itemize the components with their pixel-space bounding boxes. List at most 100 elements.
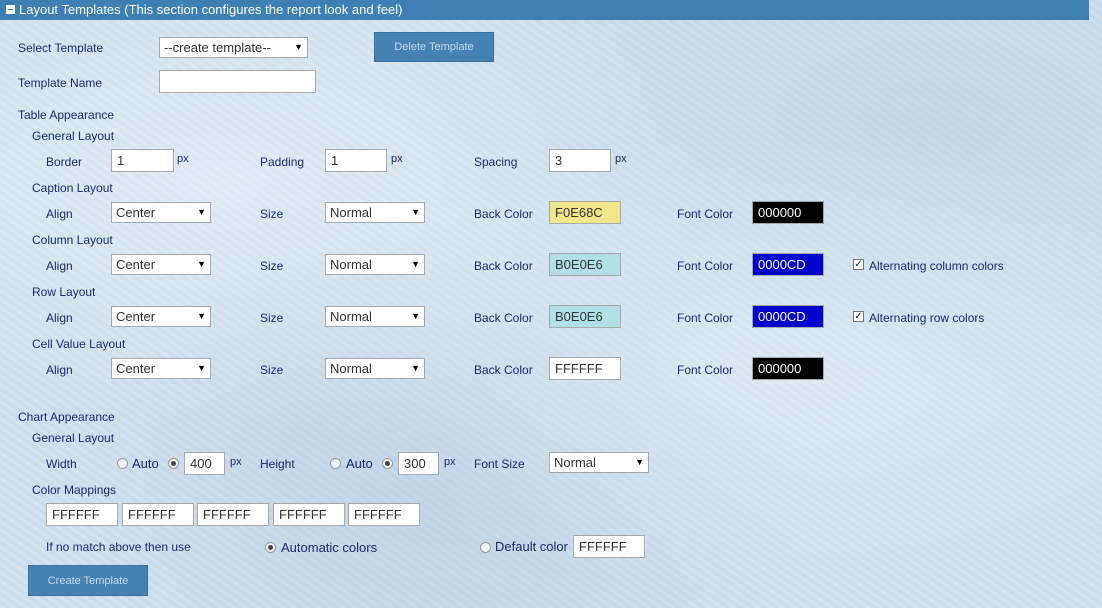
height-auto-radio[interactable]	[330, 458, 341, 469]
padding-unit: px	[391, 153, 403, 165]
color-mapping-input-1[interactable]: FFFFFF	[46, 503, 118, 526]
select-template-value: --create template--	[164, 40, 271, 55]
row-size-value: Normal	[330, 309, 372, 324]
delete-template-button[interactable]: Delete Template	[374, 32, 494, 62]
color-mappings-heading: Color Mappings	[32, 483, 117, 497]
row-size-label: Size	[260, 311, 284, 325]
caption-size-select[interactable]: Normal ▼	[325, 202, 425, 223]
width-auto-radio[interactable]	[117, 458, 128, 469]
automatic-colors-label: Automatic colors	[281, 540, 378, 555]
column-font-color-input[interactable]: 0000CD	[752, 253, 824, 276]
spacing-input[interactable]: 3	[549, 149, 611, 172]
column-size-value: Normal	[330, 257, 372, 272]
row-align-label: Align	[46, 311, 73, 325]
automatic-colors-radio[interactable]	[265, 542, 276, 553]
height-fixed-radio[interactable]	[382, 458, 393, 469]
chart-height-label: Height	[260, 457, 295, 471]
row-layout-heading: Row Layout	[32, 285, 96, 299]
column-size-label: Size	[260, 259, 284, 273]
section-header[interactable]: Layout Templates (This section configure…	[0, 0, 1089, 20]
color-mapping-input-3[interactable]: FFFFFF	[197, 503, 269, 526]
row-align-value: Center	[116, 309, 156, 324]
caption-align-select[interactable]: Center ▼	[111, 202, 211, 223]
row-align-select[interactable]: Center ▼	[111, 306, 211, 327]
width-fixed-radio[interactable]	[168, 458, 179, 469]
row-back-color-label: Back Color	[474, 311, 533, 325]
border-label: Border	[46, 155, 83, 169]
color-mapping-input-4[interactable]: FFFFFF	[273, 503, 345, 526]
height-auto-label: Auto	[346, 456, 373, 471]
chart-width-label: Width	[46, 457, 77, 471]
column-align-select[interactable]: Center ▼	[111, 254, 211, 275]
chart-width-input[interactable]: 400	[184, 452, 225, 475]
cell-size-value: Normal	[330, 361, 372, 376]
table-general-layout-heading: General Layout	[32, 129, 115, 143]
chart-height-input[interactable]: 300	[398, 452, 439, 475]
chart-general-layout-heading: General Layout	[32, 431, 115, 445]
cell-align-select[interactable]: Center ▼	[111, 358, 211, 379]
color-mapping-input-2[interactable]: FFFFFF	[122, 503, 194, 526]
caption-back-color-input[interactable]: F0E68C	[549, 201, 621, 224]
table-appearance-heading: Table Appearance	[18, 108, 115, 122]
create-template-button[interactable]: Create Template	[28, 565, 148, 596]
select-template-label: Select Template	[18, 41, 104, 55]
spacing-unit: px	[615, 153, 627, 165]
chevron-down-icon: ▼	[635, 457, 644, 467]
default-color-input[interactable]: FFFFFF	[573, 535, 645, 558]
chart-appearance-heading: Chart Appearance	[18, 410, 115, 424]
chart-height-unit: px	[444, 456, 456, 468]
cell-font-color-label: Font Color	[677, 363, 734, 377]
chevron-down-icon: ▼	[294, 42, 303, 52]
cell-align-value: Center	[116, 361, 156, 376]
font-size-label: Font Size	[474, 457, 525, 471]
cell-align-label: Align	[46, 363, 73, 377]
caption-align-value: Center	[116, 205, 156, 220]
chart-width-unit: px	[230, 456, 242, 468]
caption-layout-heading: Caption Layout	[32, 181, 113, 195]
chevron-down-icon: ▼	[411, 311, 420, 321]
cell-back-color-input[interactable]: FFFFFF	[549, 357, 621, 380]
font-size-select[interactable]: Normal ▼	[549, 452, 649, 473]
row-font-color-input[interactable]: 0000CD	[752, 305, 824, 328]
cell-value-layout-heading: Cell Value Layout	[32, 337, 126, 351]
cell-size-label: Size	[260, 363, 284, 377]
template-name-label: Template Name	[18, 76, 103, 90]
column-back-color-input[interactable]: B0E0E6	[549, 253, 621, 276]
chevron-down-icon: ▼	[411, 259, 420, 269]
caption-size-label: Size	[260, 207, 284, 221]
padding-input[interactable]: 1	[325, 149, 387, 172]
spacing-label: Spacing	[474, 155, 518, 169]
caption-font-color-input[interactable]: 000000	[752, 201, 824, 224]
default-color-radio[interactable]	[480, 542, 491, 553]
row-size-select[interactable]: Normal ▼	[325, 306, 425, 327]
column-layout-heading: Column Layout	[32, 233, 113, 247]
caption-back-color-label: Back Color	[474, 207, 533, 221]
select-template-dropdown[interactable]: --create template-- ▼	[159, 37, 308, 58]
font-size-value: Normal	[554, 455, 596, 470]
alternating-row-colors-label: Alternating row colors	[869, 311, 985, 325]
cell-size-select[interactable]: Normal ▼	[325, 358, 425, 379]
color-mapping-input-5[interactable]: FFFFFF	[348, 503, 420, 526]
checkmark-icon: ✓	[854, 259, 863, 270]
chevron-down-icon: ▼	[411, 363, 420, 373]
chevron-down-icon: ▼	[197, 311, 206, 321]
border-input[interactable]: 1	[111, 149, 174, 172]
column-size-select[interactable]: Normal ▼	[325, 254, 425, 275]
chevron-down-icon: ▼	[411, 207, 420, 217]
row-font-color-label: Font Color	[677, 311, 734, 325]
default-color-label: Default color	[495, 539, 568, 554]
chevron-down-icon: ▼	[197, 207, 206, 217]
cell-font-color-input[interactable]: 000000	[752, 357, 824, 380]
caption-align-label: Align	[46, 207, 73, 221]
template-name-input[interactable]	[159, 70, 316, 93]
row-back-color-input[interactable]: B0E0E6	[549, 305, 621, 328]
alternating-column-colors-label: Alternating column colors	[869, 259, 1004, 273]
alternating-row-colors-checkbox[interactable]: ✓	[853, 311, 864, 322]
column-align-value: Center	[116, 257, 156, 272]
minus-square-icon[interactable]	[6, 5, 15, 14]
alternating-column-colors-checkbox[interactable]: ✓	[853, 259, 864, 270]
fallback-label: If no match above then use	[46, 540, 191, 554]
chevron-down-icon: ▼	[197, 259, 206, 269]
column-back-color-label: Back Color	[474, 259, 533, 273]
caption-font-color-label: Font Color	[677, 207, 734, 221]
